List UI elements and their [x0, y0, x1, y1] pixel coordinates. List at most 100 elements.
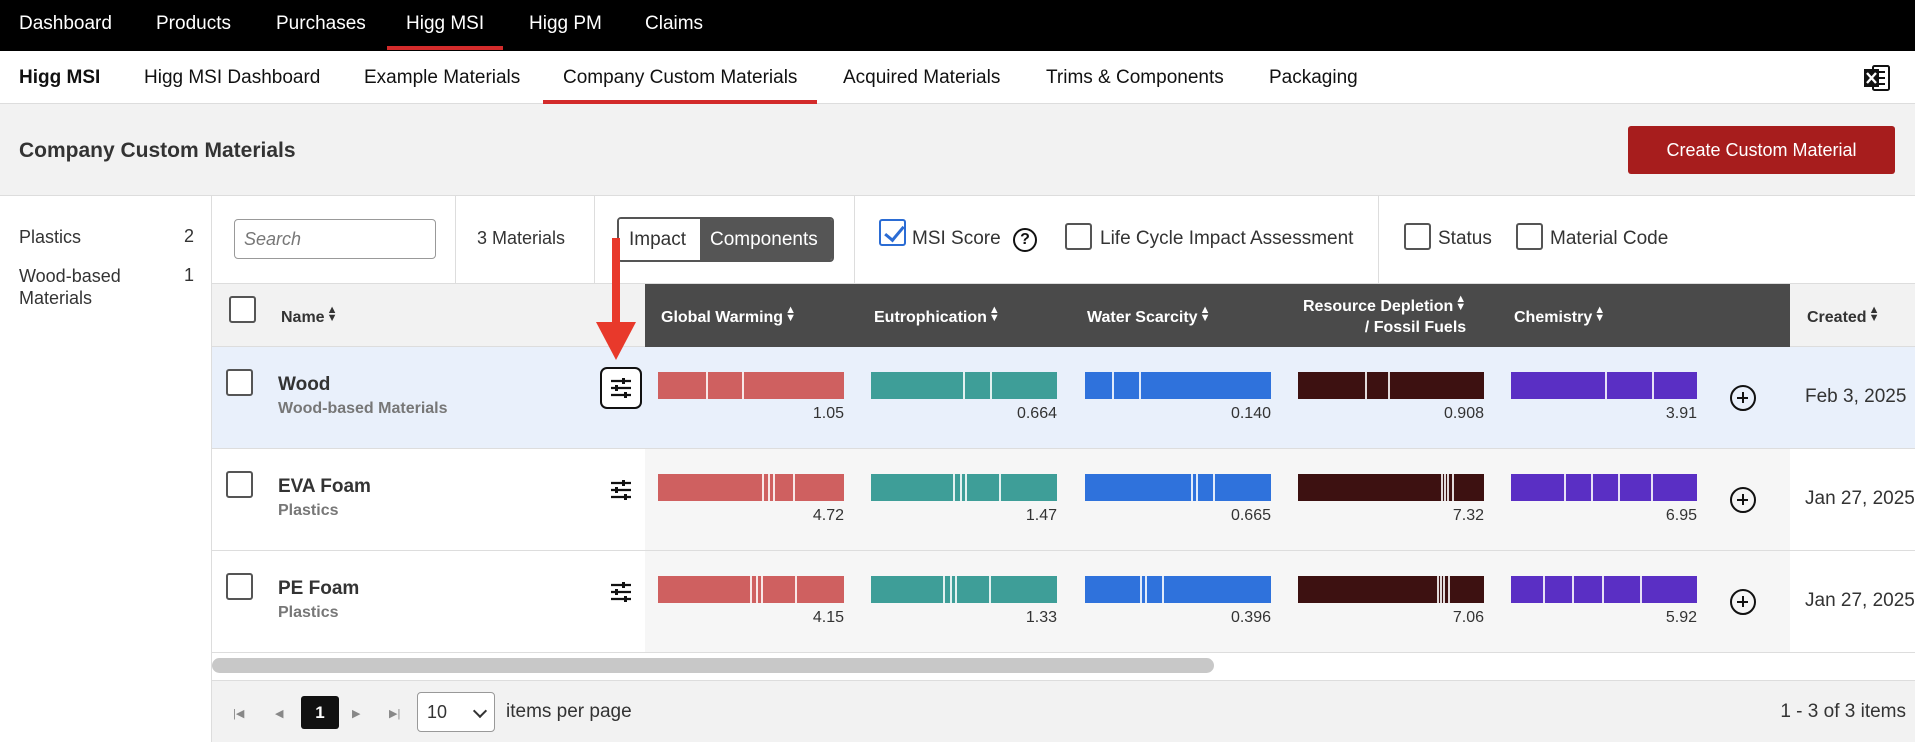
top-nav-claims[interactable]: Claims	[645, 0, 703, 51]
global-warming-value: 1.05	[812, 405, 844, 422]
help-icon[interactable]: ?	[1013, 228, 1037, 252]
view-components-button[interactable]: Components	[700, 219, 832, 260]
column-header-name[interactable]: Name ▲ ▼	[281, 304, 338, 327]
row-checkbox[interactable]	[226, 369, 253, 396]
search-input[interactable]	[234, 219, 436, 259]
eutrophication-bar	[871, 474, 1057, 501]
row-checkbox[interactable]	[226, 471, 253, 498]
add-circle-icon[interactable]	[1730, 589, 1756, 615]
top-nav-purchases[interactable]: Purchases	[276, 0, 366, 51]
status-label: Status	[1438, 228, 1492, 249]
material-code-label: Material Code	[1550, 228, 1669, 249]
table-row[interactable]: Wood Wood-based Materials 1.05 0.664 0.1…	[212, 347, 1915, 449]
chemistry-value: 3.91	[1665, 405, 1697, 422]
select-all-checkbox[interactable]	[229, 296, 256, 323]
view-toggle: Impact Components	[617, 217, 834, 262]
chemistry-value: 6.95	[1665, 507, 1697, 524]
filter-count: 2	[183, 226, 194, 246]
water-scarcity-value: 0.665	[1230, 507, 1271, 524]
msi-score-checkbox[interactable]	[879, 219, 906, 246]
filter-count: 1	[183, 265, 194, 285]
column-header-global-warming[interactable]: Global Warming ▲ ▼	[661, 304, 796, 327]
next-page-icon[interactable]: ▶	[352, 707, 360, 720]
scrollbar-thumb[interactable]	[212, 658, 1214, 673]
prev-page-icon[interactable]: ◀	[275, 707, 283, 720]
annotation-arrow-icon	[596, 238, 636, 360]
excel-export-icon[interactable]	[1863, 64, 1891, 92]
tab-packaging[interactable]: Packaging	[1269, 51, 1358, 104]
tab-example-materials[interactable]: Example Materials	[364, 51, 520, 104]
top-nav-dashboard[interactable]: Dashboard	[19, 0, 112, 51]
global-warming-bar	[658, 474, 844, 501]
first-page-icon[interactable]: |◀	[233, 707, 244, 720]
material-code-checkbox[interactable]	[1516, 223, 1543, 250]
adjust-components-icon[interactable]	[600, 469, 642, 511]
resource-depletion-bar	[1298, 474, 1484, 501]
create-custom-material-button[interactable]: Create Custom Material	[1628, 126, 1895, 174]
column-header-chemistry[interactable]: Chemistry ▲ ▼	[1514, 305, 1605, 327]
tab-acquired-materials[interactable]: Acquired Materials	[843, 51, 1000, 104]
table-row[interactable]: EVA Foam Plastics 4.72 1.47 0.665 7.32 6…	[212, 449, 1915, 551]
row-checkbox[interactable]	[226, 573, 253, 600]
filter-wood-based-materials[interactable]: Wood-based Materials 1	[19, 265, 194, 309]
add-circle-icon[interactable]	[1730, 487, 1756, 513]
tab-trims-components[interactable]: Trims & Components	[1046, 51, 1224, 104]
page-header: Company Custom Materials Create Custom M…	[0, 104, 1915, 196]
eutrophication-value: 0.664	[1016, 405, 1057, 422]
page-size-value: 10	[427, 702, 448, 722]
tab-company-custom-materials[interactable]: Company Custom Materials	[542, 51, 818, 104]
material-name: EVA Foam	[278, 476, 371, 497]
sort-icon: ▲ ▼	[988, 304, 1000, 324]
pagination-bar: |◀ ◀ 1 ▶ ▶| 10 items per page 1 - 3 of 3…	[212, 681, 1915, 742]
top-nav-higg-msi[interactable]: Higg MSI	[386, 0, 504, 51]
column-header-resource-depletion[interactable]: Resource Depletion ▲ ▼ / Fossil Fuels	[1303, 293, 1467, 338]
category-filter-panel: Plastics 2 Wood-based Materials 1	[0, 196, 212, 742]
column-header-label: Global Warming	[661, 309, 784, 326]
global-warming-bar	[658, 372, 844, 399]
status-checkbox[interactable]	[1404, 223, 1431, 250]
table-toolbar: 3 Materials Impact Components MSI Score …	[212, 196, 1915, 284]
page-size-select[interactable]: 10	[417, 692, 495, 732]
lcia-label: Life Cycle Impact Assessment	[1100, 228, 1354, 249]
tab-higg-msi-dashboard[interactable]: Higg MSI Dashboard	[144, 51, 320, 104]
divider	[455, 196, 456, 284]
column-header-water-scarcity[interactable]: Water Scarcity ▲ ▼	[1087, 305, 1210, 327]
eutrophication-bar	[871, 576, 1057, 603]
chemistry-bar	[1511, 372, 1697, 399]
water-scarcity-bar	[1085, 474, 1271, 501]
chemistry-value: 5.92	[1665, 609, 1697, 626]
resource-depletion-value: 0.908	[1443, 405, 1484, 422]
created-date: Jan 27, 2025	[1805, 488, 1915, 509]
resource-depletion-value: 7.32	[1452, 507, 1484, 524]
column-header-label: Resource Depletion	[1303, 298, 1454, 315]
top-nav-higg-pm[interactable]: Higg PM	[529, 0, 602, 51]
sort-icon: ▲ ▼	[326, 304, 338, 324]
column-header-eutrophication[interactable]: Eutrophication ▲ ▼	[874, 304, 1000, 327]
eutrophication-value: 1.33	[1025, 609, 1057, 626]
column-header-label: Created	[1807, 309, 1867, 326]
current-page-button[interactable]: 1	[301, 696, 339, 729]
adjust-components-icon[interactable]	[600, 367, 642, 409]
horizontal-scrollbar[interactable]	[212, 656, 1915, 681]
sort-icon: ▲ ▼	[785, 304, 796, 324]
impact-columns-header	[645, 284, 1790, 347]
chemistry-bar	[1511, 576, 1697, 603]
created-date: Jan 27, 2025	[1805, 590, 1915, 611]
add-circle-icon[interactable]	[1730, 385, 1756, 411]
table-row[interactable]: PE Foam Plastics 4.15 1.33 0.396 7.06 5.…	[212, 551, 1915, 653]
table-header: Name ▲ ▼ Global Warming ▲ ▼ Eutrophication ▲ ▼…	[212, 284, 1915, 347]
created-date: Feb 3, 2025	[1805, 386, 1907, 407]
chevron-down-icon	[472, 703, 488, 719]
material-category: Plastics	[278, 604, 339, 621]
resource-depletion-bar	[1298, 372, 1484, 399]
lcia-checkbox[interactable]	[1065, 223, 1092, 250]
sort-icon: ▲ ▼	[1455, 293, 1467, 313]
sort-icon: ▲ ▼	[1868, 304, 1880, 324]
adjust-components-icon[interactable]	[600, 571, 642, 613]
pagination-summary: 1 - 3 of 3 items	[1780, 701, 1906, 722]
filter-plastics[interactable]: Plastics 2	[19, 226, 194, 248]
column-header-created[interactable]: Created ▲ ▼	[1807, 304, 1880, 327]
last-page-icon[interactable]: ▶|	[389, 707, 400, 720]
resource-depletion-value: 7.06	[1452, 609, 1484, 626]
top-nav-products[interactable]: Products	[156, 0, 231, 51]
